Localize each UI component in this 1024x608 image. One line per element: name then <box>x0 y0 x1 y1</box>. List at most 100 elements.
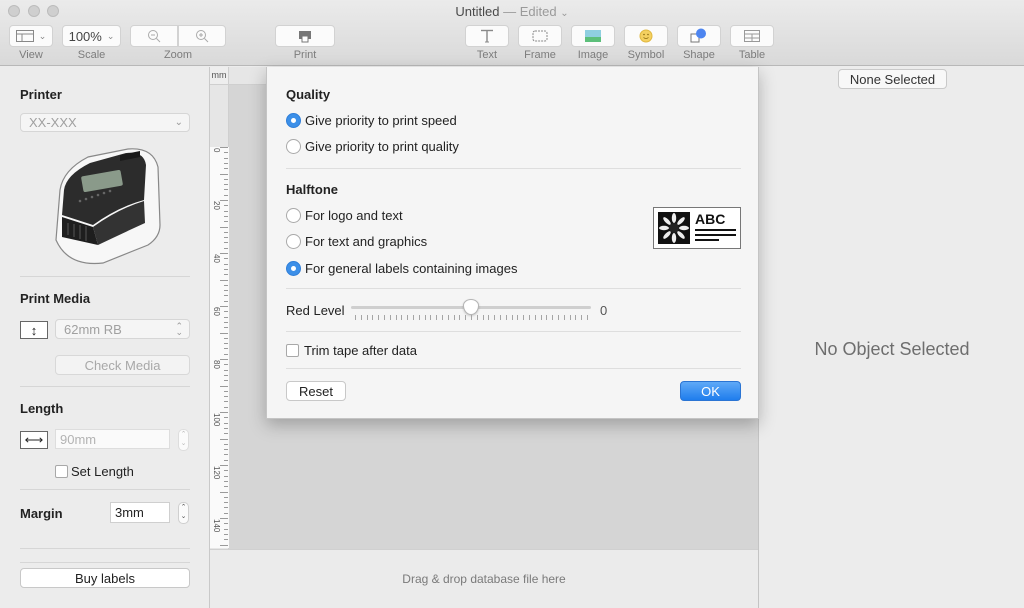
ruler-tick <box>224 247 228 249</box>
title-toolbar: Untitled — Edited ⌄ ⌄ View 100% ⌄ Scale … <box>0 0 1024 66</box>
halftone-option-logo-text[interactable]: For logo and text <box>286 208 403 223</box>
slider-tick <box>575 315 577 320</box>
slider-tick <box>355 315 356 320</box>
slider-tick <box>413 315 414 320</box>
vertical-ruler: 0 20 40 60 80 100 120 140 <box>210 85 229 549</box>
insert-symbol-button[interactable] <box>624 25 668 47</box>
ruler-tick <box>224 480 228 482</box>
slider-tick <box>401 315 403 320</box>
length-heading: Length <box>20 401 64 416</box>
selection-button[interactable]: None Selected <box>838 69 947 89</box>
buy-labels-button[interactable]: Buy labels <box>20 568 190 588</box>
ruler-label: 0 <box>212 148 221 153</box>
margin-heading: Margin <box>20 506 63 521</box>
ruler-label: 40 <box>212 254 221 263</box>
settings-sidebar: Printer XX-XXX ⌄ Print Media ↕ 62mm RB ⌃… <box>0 67 210 608</box>
reset-button[interactable]: Reset <box>286 381 346 401</box>
set-length-checkbox[interactable] <box>55 465 68 478</box>
ruler-tick <box>224 507 228 509</box>
ruler-tick <box>220 412 228 413</box>
ruler-tick <box>224 390 228 392</box>
up-down-chevron-icon: ⌃ ⌄ <box>175 321 183 337</box>
database-dropzone[interactable]: Drag & drop database file here <box>210 549 758 608</box>
insert-symbol-label: Symbol <box>627 49 665 61</box>
slider-tick <box>488 315 490 320</box>
print-options-sheet: Quality Give priority to print speed Giv… <box>266 67 759 419</box>
length-stepper[interactable]: ⌃ ⌄ <box>178 429 189 451</box>
slider-tick <box>442 315 443 320</box>
length-input[interactable]: 90mm <box>55 429 170 449</box>
ruler-unit: mm <box>210 67 229 85</box>
radio-button[interactable] <box>286 234 301 249</box>
ruler-tick <box>224 205 228 207</box>
ruler-tick <box>224 210 228 212</box>
ruler-tick <box>224 295 228 297</box>
print-button[interactable] <box>275 25 335 47</box>
check-media-button[interactable]: Check Media <box>55 355 190 375</box>
zoom-out-button[interactable] <box>130 25 178 47</box>
slider-tick <box>424 315 426 320</box>
insert-image-button[interactable] <box>571 25 615 47</box>
ruler-label: 100 <box>212 413 221 427</box>
halftone-option-general-images[interactable]: For general labels containing images <box>286 261 517 276</box>
zoom-in-button[interactable] <box>178 25 226 47</box>
ruler-tick <box>220 147 228 148</box>
slider-tick <box>459 315 461 320</box>
radio-button[interactable] <box>286 208 301 223</box>
zoom-label: Zoom <box>163 49 193 61</box>
title-chevron-icon: ⌄ <box>560 8 569 19</box>
divider <box>20 562 190 563</box>
media-select[interactable]: 62mm RB ⌃ ⌄ <box>55 319 190 339</box>
divider <box>20 489 190 490</box>
halftone-preview: ABC <box>653 207 741 249</box>
ruler-tick <box>224 258 228 260</box>
ruler-tick <box>224 427 228 429</box>
window-title[interactable]: Untitled — Edited ⌄ <box>0 4 1024 19</box>
ruler-tick <box>220 173 228 175</box>
quality-option-speed[interactable]: Give priority to print speed <box>286 113 457 128</box>
print-label: Print <box>293 49 317 61</box>
scale-popup[interactable]: 100% ⌄ <box>62 25 121 47</box>
quality-heading: Quality <box>286 87 331 102</box>
divider <box>20 386 190 387</box>
view-button[interactable]: ⌄ <box>9 25 53 47</box>
ruler-tick <box>224 502 228 504</box>
ok-button[interactable]: OK <box>680 381 741 401</box>
ruler-tick <box>220 491 228 493</box>
slider-tick <box>581 315 583 320</box>
ruler-tick <box>224 178 228 180</box>
slider-knob[interactable] <box>463 299 479 315</box>
insert-image-label: Image <box>577 49 609 61</box>
ruler-tick <box>224 470 228 472</box>
ruler-tick <box>224 364 228 366</box>
radio-button[interactable] <box>286 261 301 276</box>
zoom-in-icon <box>196 30 209 43</box>
ruler-tick <box>220 385 228 387</box>
radio-button[interactable] <box>286 113 301 128</box>
printer-select[interactable]: XX-XXX ⌄ <box>20 113 190 132</box>
view-label: View <box>19 49 43 61</box>
ruler-tick <box>224 242 228 244</box>
smiley-icon <box>639 29 653 43</box>
margin-stepper[interactable]: ⌃ ⌄ <box>178 502 189 524</box>
ruler-tick <box>224 374 228 376</box>
insert-table-button[interactable] <box>730 25 774 47</box>
ruler-tick <box>224 512 228 514</box>
ruler-tick <box>224 215 228 217</box>
halftone-option-text-graphics[interactable]: For text and graphics <box>286 234 427 249</box>
radio-button[interactable] <box>286 139 301 154</box>
insert-text-button[interactable] <box>465 25 509 47</box>
ruler-tick <box>224 417 228 419</box>
ruler-tick <box>224 184 228 186</box>
margin-input[interactable]: 3mm <box>110 502 170 523</box>
sidebar-layout-icon <box>15 30 34 42</box>
trim-tape-checkbox[interactable] <box>286 344 299 357</box>
slider-tick <box>587 315 588 320</box>
divider <box>286 368 741 369</box>
quality-option-quality[interactable]: Give priority to print quality <box>286 139 459 154</box>
insert-frame-button[interactable] <box>518 25 562 47</box>
insert-shape-button[interactable] <box>677 25 721 47</box>
ruler-tick <box>220 200 228 201</box>
frame-icon <box>532 30 548 42</box>
ruler-tick <box>224 316 228 318</box>
